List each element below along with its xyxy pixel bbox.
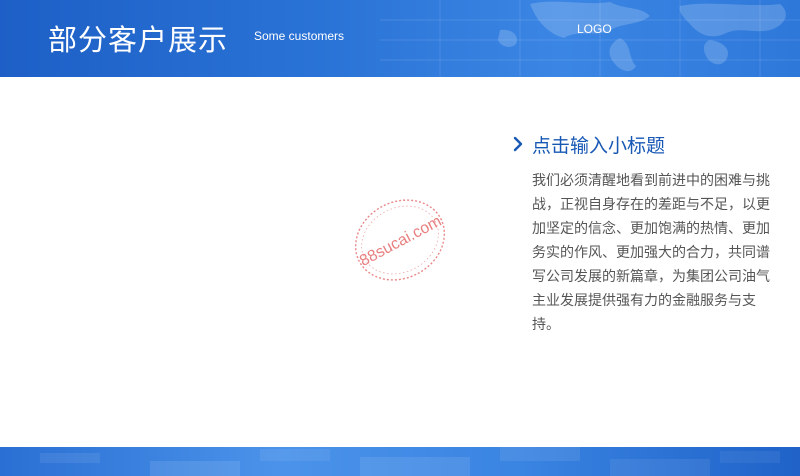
watermark-stamp: 88sucai.com [354,199,446,281]
watermark-text: 88sucai.com [357,213,444,270]
chevron-right-icon [513,136,523,152]
sub-title[interactable]: 点击输入小标题 [532,131,665,158]
body-paragraph[interactable]: 我们必须清醒地看到前进中的困难与挑战，正视自身存在的差距与不足，以更加坚定的信念… [532,169,772,337]
sub-title-row: 点击输入小标题 [512,131,665,158]
world-map-icon [380,0,800,77]
page-subtitle: Some customers [254,29,345,43]
header-banner: 部分客户展示 Some customers LOGO [0,0,800,77]
footer-pattern [40,447,780,476]
footer-band [0,447,800,476]
page-title: 部分客户展示 [48,23,229,57]
logo-text: LOGO [577,22,612,36]
